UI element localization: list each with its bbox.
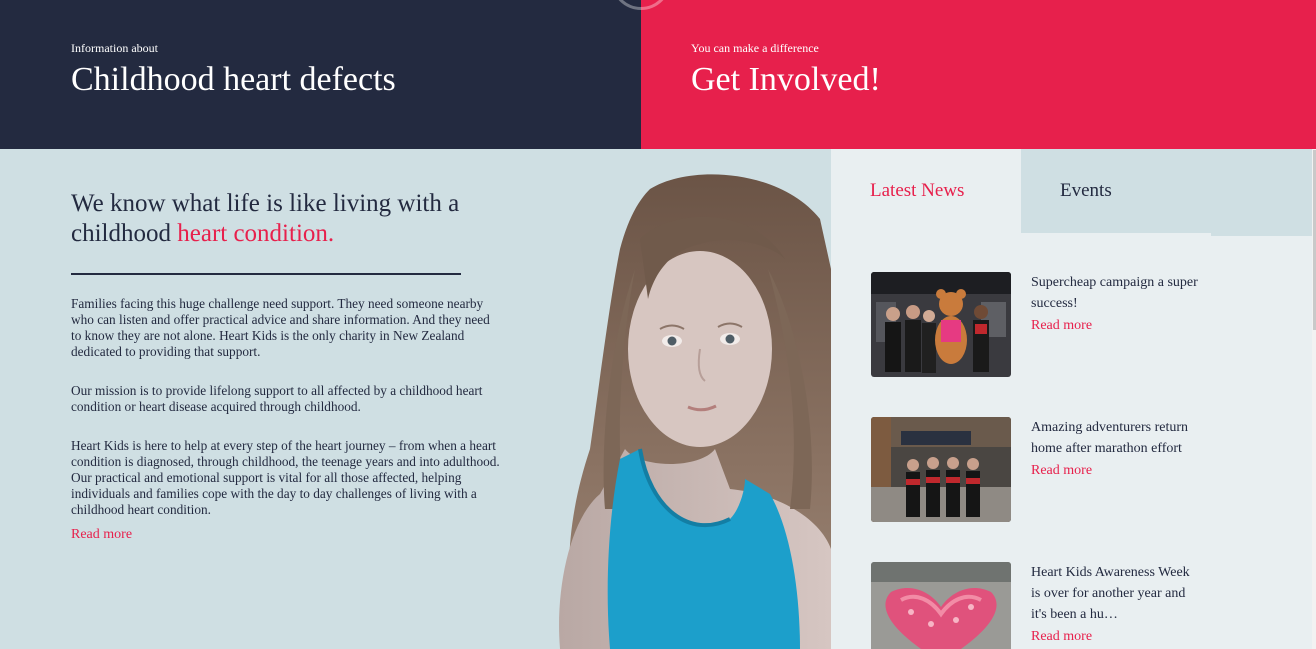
tab-latest-news[interactable]: Latest News bbox=[831, 149, 1021, 233]
tab-notch bbox=[1211, 233, 1312, 236]
news-item[interactable]: Heart Kids Awareness Week is over for an… bbox=[871, 562, 1291, 649]
intro-paragraph: Our mission is to provide lifelong suppo… bbox=[71, 383, 483, 414]
heart-defects-banner[interactable]: Information about Childhood heart defect… bbox=[0, 0, 641, 149]
news-item[interactable]: Supercheap campaign a super success! Rea… bbox=[871, 272, 1291, 378]
tab-events[interactable]: Events bbox=[1021, 149, 1312, 233]
news-title[interactable]: Amazing adventurers return home after ma… bbox=[1031, 417, 1201, 459]
girl-photo bbox=[559, 174, 831, 649]
news-title[interactable]: Heart Kids Awareness Week is over for an… bbox=[1031, 562, 1201, 625]
intro-paragraph: Families facing this huge challenge need… bbox=[71, 296, 490, 359]
news-thumbnail bbox=[871, 562, 1011, 649]
intro-section: We know what life is like living with a … bbox=[0, 149, 831, 649]
news-read-more-link[interactable]: Read more bbox=[1031, 629, 1092, 645]
top-banner: Information about Childhood heart defect… bbox=[0, 0, 1316, 149]
divider bbox=[71, 273, 461, 275]
banner-pre-title: You can make a difference bbox=[691, 41, 819, 55]
news-read-more-link[interactable]: Read more bbox=[1031, 463, 1092, 479]
get-involved-banner[interactable]: You can make a difference Get Involved! bbox=[641, 0, 1316, 149]
intro-read-more-link[interactable]: Read more bbox=[71, 527, 132, 543]
news-read-more-link[interactable]: Read more bbox=[1031, 318, 1092, 334]
news-thumbnail bbox=[871, 272, 1011, 377]
news-panel: Latest News Events Supercheap campaign a… bbox=[831, 149, 1312, 649]
news-item[interactable]: Amazing adventurers return home after ma… bbox=[871, 417, 1291, 523]
banner-title[interactable]: Get Involved! bbox=[691, 60, 881, 100]
intro-heading: We know what life is like living with a … bbox=[71, 189, 491, 249]
intro-paragraph: Heart Kids is here to help at every step… bbox=[71, 438, 500, 517]
banner-pre-title: Information about bbox=[71, 41, 158, 55]
intro-heading-accent: heart condition. bbox=[177, 220, 335, 247]
news-thumbnail bbox=[871, 417, 1011, 522]
banner-title[interactable]: Childhood heart defects bbox=[71, 60, 396, 100]
news-title[interactable]: Supercheap campaign a super success! bbox=[1031, 272, 1201, 314]
